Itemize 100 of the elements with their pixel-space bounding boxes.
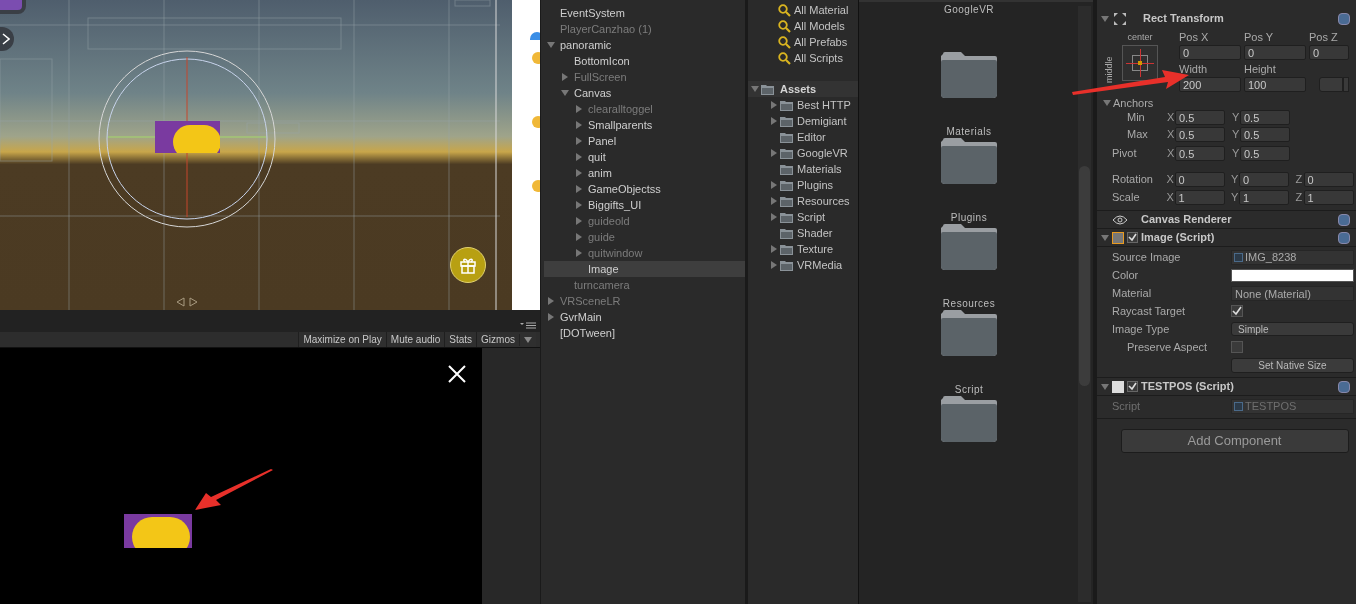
menu-icon[interactable] [520,322,536,329]
collapsed-arrow-icon[interactable] [561,73,569,81]
hierarchy-item[interactable]: Canvas [574,84,612,102]
expanded-arrow-icon[interactable] [1101,382,1109,391]
hierarchy-item[interactable]: Biggifts_UI [588,196,642,214]
collapsed-arrow-icon[interactable] [575,121,583,129]
number-field[interactable]: 0 [1179,45,1241,60]
number-field[interactable]: 0.5 [1175,145,1225,161]
folder-item[interactable]: Editor [794,128,826,146]
collapsed-arrow-icon[interactable] [575,105,583,113]
hierarchy-item[interactable]: [DOTween] [560,324,616,342]
hierarchy-item[interactable]: quit [588,148,606,166]
number-field[interactable]: 0.5 [1240,126,1290,142]
field-label[interactable]: Anchors [1113,97,1154,109]
hierarchy-item[interactable]: Smallparents [588,116,653,134]
collapsed-arrow-icon[interactable] [770,101,778,109]
collapsed-arrow-icon[interactable] [770,149,778,157]
number-field[interactable]: 0 [1244,45,1306,60]
checkbox[interactable] [1231,341,1243,353]
enable-checkbox[interactable] [1127,381,1138,392]
folder-item[interactable]: Texture [794,240,834,258]
folder-item[interactable]: GoogleVR [794,144,848,162]
collapsed-arrow-icon[interactable] [547,313,555,321]
folder-item[interactable]: Resources [794,192,850,210]
enable-checkbox[interactable] [1127,232,1138,243]
number-field[interactable]: 0 [1239,171,1290,187]
folder-label[interactable]: GoogleVR [943,4,995,16]
number-field[interactable]: 0 [1309,45,1349,60]
gift-button[interactable] [450,247,486,283]
collapsed-arrow-icon[interactable] [770,117,778,125]
object-field[interactable]: None (Material) [1231,285,1354,301]
number-field[interactable]: 200 [1179,77,1241,92]
scrollbar[interactable] [1078,6,1091,602]
collapsed-arrow-icon[interactable] [547,297,555,305]
hierarchy-item[interactable]: panoramic [560,36,612,54]
hierarchy-item[interactable]: EventSystem [560,4,625,22]
hierarchy-item[interactable]: guide [588,228,615,246]
hierarchy-item[interactable]: BottomIcon [574,52,630,70]
folder-item[interactable]: Materials [794,160,842,178]
hierarchy-item[interactable]: PlayerCanzhao (1) [560,20,652,38]
collapsed-arrow-icon[interactable] [575,185,583,193]
help-icon[interactable] [1338,213,1350,226]
collapsed-arrow-icon[interactable] [575,169,583,177]
collapsed-arrow-icon[interactable] [575,217,583,225]
number-field[interactable]: 1 [1174,189,1225,205]
folder-label[interactable]: Materials [946,126,992,138]
object-field[interactable]: IMG_8238 [1231,249,1354,265]
hierarchy-item[interactable]: turncamera [574,276,630,294]
favorite-item[interactable]: All Material [794,1,849,19]
color-field[interactable] [1231,268,1354,282]
expanded-arrow-icon[interactable] [547,41,555,49]
favorite-item[interactable]: All Scripts [794,49,843,67]
folder-icon[interactable] [941,138,997,184]
folder-icon[interactable] [941,396,997,442]
folder-label[interactable]: Script [954,384,984,396]
folder-label[interactable]: Resources [942,298,996,310]
dropdown[interactable]: Simple [1231,322,1354,336]
close-icon[interactable] [448,365,466,383]
expanded-arrow-icon[interactable] [1103,99,1111,107]
number-field[interactable]: 1 [1239,189,1290,205]
folder-item[interactable]: Demigiant [794,112,847,130]
expanded-arrow-icon[interactable] [1101,233,1109,242]
help-icon[interactable] [1338,12,1350,25]
collapsed-arrow-icon[interactable] [575,137,583,145]
folder-item[interactable]: Best HTTP [794,96,851,114]
number-field[interactable]: 0.5 [1240,109,1290,125]
folder-item[interactable]: Plugins [794,176,834,194]
hierarchy-item[interactable]: anim [588,164,612,182]
folder-item[interactable]: VRMedia [794,256,843,274]
collapsed-arrow-icon[interactable] [575,249,583,257]
folder-icon[interactable] [941,224,997,270]
hierarchy-item[interactable]: clearalltoggel [588,100,653,118]
number-field[interactable]: 0 [1174,171,1225,187]
collapsed-arrow-icon[interactable] [770,197,778,205]
collapsed-arrow-icon[interactable] [770,245,778,253]
hierarchy-item[interactable]: GvrMain [560,308,602,326]
set-native-size-button[interactable]: Set Native Size [1231,357,1354,373]
folder-icon[interactable] [941,310,997,356]
collapsed-arrow-icon[interactable] [575,153,583,161]
number-field[interactable]: 100 [1244,77,1306,92]
help-icon[interactable] [1338,231,1350,244]
folder-item[interactable]: Shader [794,224,833,242]
folder-icon[interactable] [941,52,997,98]
hierarchy-item[interactable]: Panel [588,132,617,150]
expanded-arrow-icon[interactable] [561,89,569,97]
hierarchy-item[interactable]: GameObjectss [588,180,661,198]
number-field[interactable]: 0.5 [1175,109,1225,125]
checkbox[interactable] [1231,305,1243,317]
expanded-arrow-icon[interactable] [524,335,532,344]
folder-item[interactable]: Script [794,208,826,226]
number-field[interactable]: 0.5 [1240,145,1290,161]
collapsed-arrow-icon[interactable] [770,213,778,221]
hierarchy-item[interactable]: quitwindow [588,244,643,262]
folder-label[interactable]: Plugins [950,212,988,224]
collapsed-arrow-icon[interactable] [770,181,778,189]
favorite-item[interactable]: All Prefabs [794,33,848,51]
number-field[interactable]: 0 [1303,171,1354,187]
favorite-item[interactable]: All Models [794,17,845,35]
help-icon[interactable] [1338,380,1350,393]
expanded-arrow-icon[interactable] [751,85,759,93]
